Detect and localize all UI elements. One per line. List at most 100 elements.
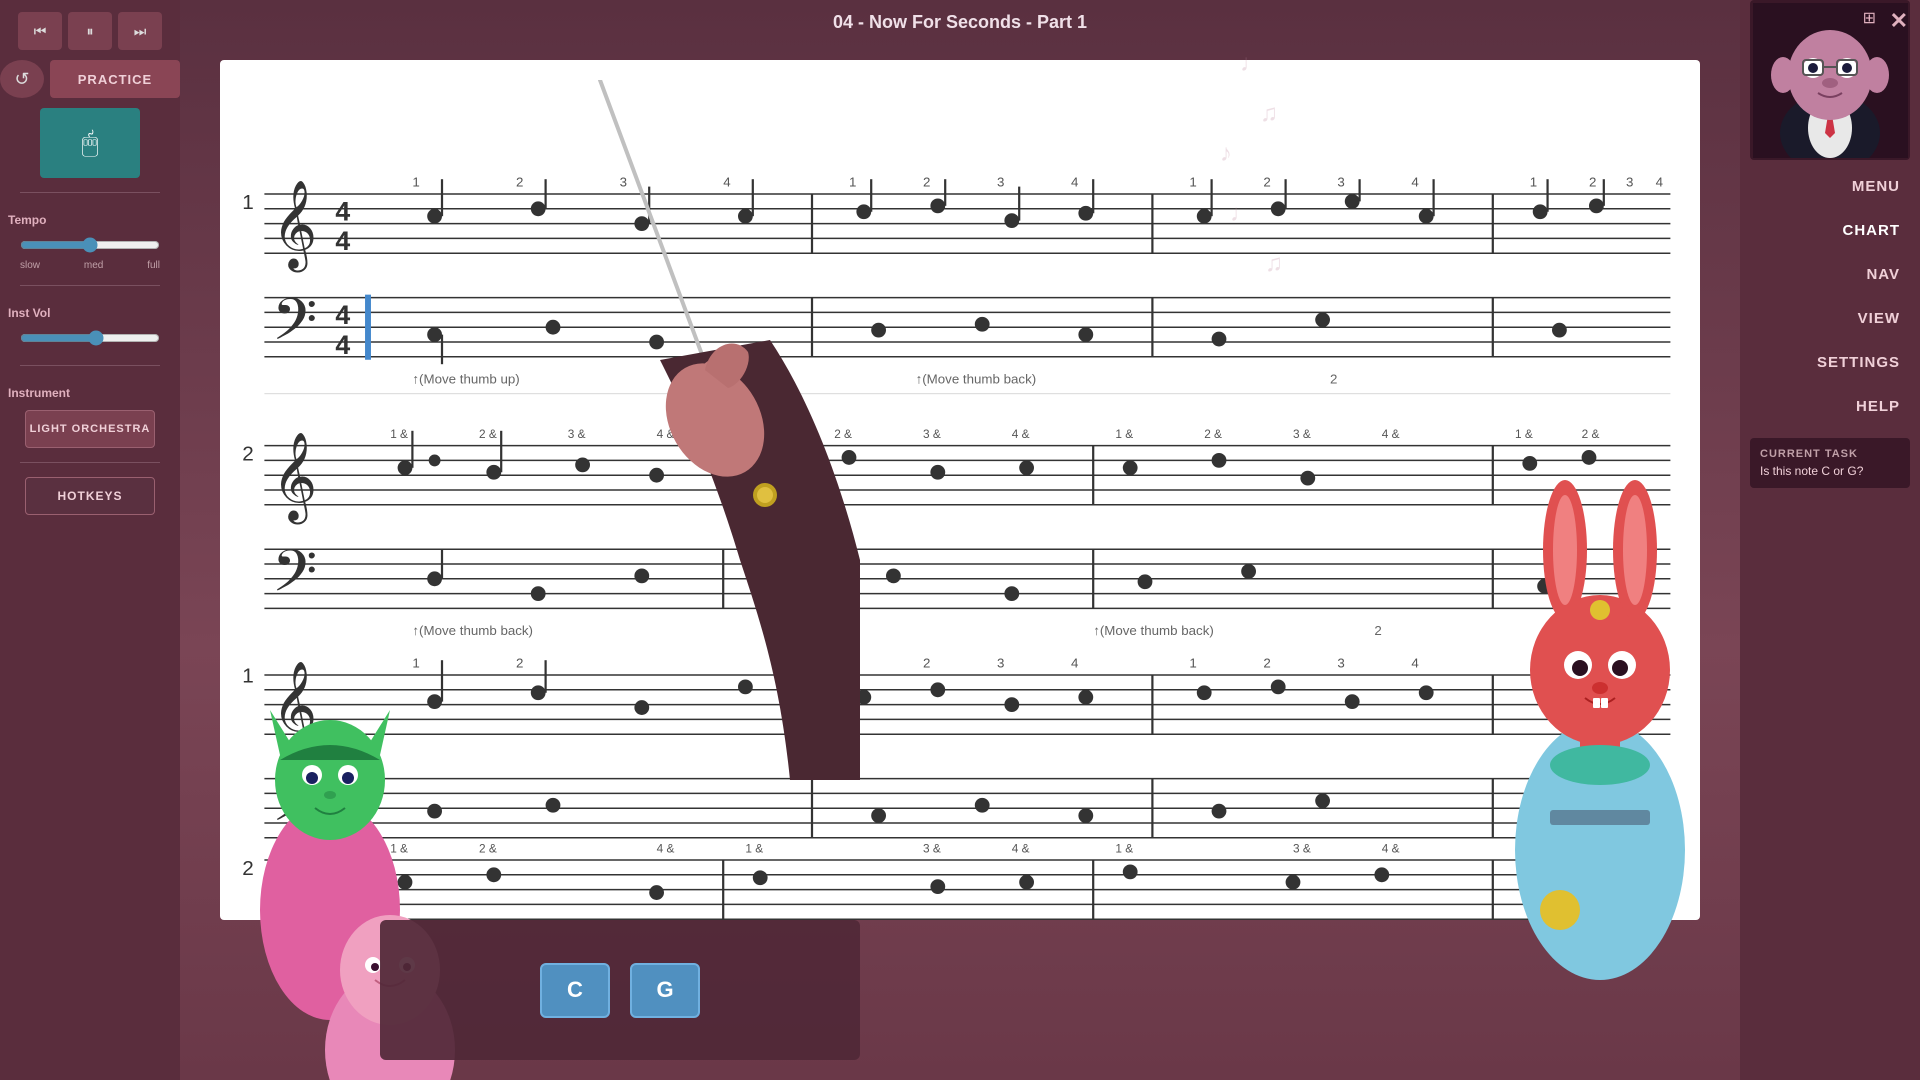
transport-controls: ⏮ ⏸ ⏭ <box>18 12 162 50</box>
help-button[interactable]: HELP <box>1740 384 1920 428</box>
svg-text:2: 2 <box>1263 175 1270 190</box>
svg-text:2: 2 <box>1330 371 1337 386</box>
svg-text:4 &: 4 & <box>657 427 675 441</box>
svg-text:1 &: 1 & <box>1115 842 1133 856</box>
svg-text:4 &: 4 & <box>1012 842 1030 856</box>
song-title: 04 - Now For Seconds - Part 1 <box>180 12 1740 33</box>
tempo-slider[interactable] <box>20 237 160 253</box>
svg-text:2: 2 <box>516 175 523 190</box>
practice-refresh-row: ↺ PRACTICE <box>0 60 180 98</box>
mouse-icon: 🖱 <box>82 127 99 160</box>
svg-text:2: 2 <box>923 656 930 671</box>
svg-text:4 &: 4 & <box>1382 842 1400 856</box>
svg-text:2 &: 2 & <box>1204 427 1222 441</box>
hotkeys-button[interactable]: HOTKEYS <box>25 477 155 515</box>
divider-3 <box>20 365 160 366</box>
inst-vol-label: Inst Vol <box>8 306 50 320</box>
svg-text:3 &: 3 & <box>568 427 586 441</box>
svg-text:1: 1 <box>242 191 254 214</box>
svg-text:3: 3 <box>997 656 1004 671</box>
svg-text:𝄢: 𝄢 <box>272 289 318 367</box>
right-sidebar: ⊞ ✕ <box>1740 0 1920 1080</box>
svg-text:4: 4 <box>1411 175 1419 190</box>
current-task-box: CURRENT TASK Is this note C or G? <box>1750 438 1910 488</box>
refresh-button[interactable]: ↺ <box>0 60 44 98</box>
svg-text:4 &: 4 & <box>657 842 675 856</box>
svg-text:3 &: 3 & <box>1293 842 1311 856</box>
right-chars-svg <box>1460 380 1740 1080</box>
svg-text:𝄞: 𝄞 <box>272 180 317 272</box>
svg-text:↑(Move thumb back): ↑(Move thumb back) <box>916 371 1037 386</box>
svg-text:4: 4 <box>1411 656 1419 671</box>
current-task-title: CURRENT TASK <box>1760 448 1900 460</box>
svg-text:2 &: 2 & <box>834 427 852 441</box>
svg-text:1 &: 1 & <box>1115 427 1133 441</box>
answer-overlay: C G <box>380 920 860 1060</box>
svg-text:3 &: 3 & <box>1293 427 1311 441</box>
inst-vol-slider[interactable] <box>20 330 160 346</box>
tempo-med-label: med <box>84 260 103 271</box>
svg-text:4: 4 <box>723 175 731 190</box>
instrument-button[interactable]: LIGHT ORCHESTRA <box>25 410 155 448</box>
tempo-slider-container: slow med full <box>20 237 160 271</box>
svg-text:5: 5 <box>797 644 807 664</box>
chart-button[interactable]: CHART <box>1740 208 1920 252</box>
svg-text:3: 3 <box>1337 656 1344 671</box>
character-portrait <box>1750 0 1910 160</box>
portrait-svg <box>1753 3 1908 158</box>
nav-menu: MENU CHART NAV VIEW SETTINGS HELP <box>1740 164 1920 428</box>
left-sidebar: ⏮ ⏸ ⏭ ↺ PRACTICE 🖱 Tempo slow med full I… <box>0 0 180 1080</box>
svg-text:1: 1 <box>412 175 419 190</box>
svg-text:↑(Move thumb back): ↑(Move thumb back) <box>1093 623 1214 638</box>
svg-text:1 &: 1 & <box>745 427 763 441</box>
tempo-slow-label: slow <box>20 260 40 271</box>
svg-text:4 &: 4 & <box>1382 427 1400 441</box>
divider-2 <box>20 285 160 286</box>
instrument-label: Instrument <box>8 386 70 400</box>
svg-text:2: 2 <box>923 175 930 190</box>
divider-4 <box>20 462 160 463</box>
svg-text:2: 2 <box>1374 623 1381 638</box>
window-button[interactable]: ⊞ <box>1863 8 1876 28</box>
svg-text:4: 4 <box>335 197 350 227</box>
tempo-slider-labels: slow med full <box>20 260 160 271</box>
svg-text:2: 2 <box>1263 656 1270 671</box>
pause-button[interactable]: ⏸ <box>68 12 112 50</box>
g-answer-button[interactable]: G <box>630 963 700 1018</box>
svg-text:3: 3 <box>1626 175 1633 190</box>
svg-text:4: 4 <box>1071 175 1079 190</box>
svg-text:4: 4 <box>1071 656 1079 671</box>
svg-text:3: 3 <box>1337 175 1344 190</box>
close-button[interactable]: ✕ <box>1890 8 1908 34</box>
menu-button[interactable]: MENU <box>1740 164 1920 208</box>
svg-text:3 &: 3 & <box>923 427 941 441</box>
divider-1 <box>20 192 160 193</box>
settings-button[interactable]: SETTINGS <box>1740 340 1920 384</box>
svg-text:4: 4 <box>335 330 350 360</box>
svg-text:1: 1 <box>849 656 856 671</box>
svg-text:4: 4 <box>335 300 350 330</box>
forward-button[interactable]: ⏭ <box>118 12 162 50</box>
svg-text:1: 1 <box>1530 175 1537 190</box>
svg-text:1 &: 1 & <box>745 842 763 856</box>
view-button[interactable]: VIEW <box>1740 296 1920 340</box>
right-characters <box>1460 380 1740 1080</box>
mouse-icon-box: 🖱 <box>40 108 140 178</box>
current-task-text: Is this note C or G? <box>1760 464 1900 478</box>
practice-button[interactable]: PRACTICE <box>50 60 180 98</box>
svg-text:1: 1 <box>849 175 856 190</box>
svg-text:1: 1 <box>1189 656 1196 671</box>
nav-button[interactable]: NAV <box>1740 252 1920 296</box>
c-answer-button[interactable]: C <box>540 963 610 1018</box>
svg-text:4: 4 <box>1656 175 1664 190</box>
svg-text:3: 3 <box>997 175 1004 190</box>
inst-vol-slider-container <box>20 330 160 351</box>
svg-text:2: 2 <box>1589 175 1596 190</box>
svg-text:4: 4 <box>335 226 350 256</box>
tempo-label: Tempo <box>8 213 46 227</box>
main-area: 04 - Now For Seconds - Part 1 <box>180 0 1740 1080</box>
svg-text:3: 3 <box>620 175 627 190</box>
svg-text:3 &: 3 & <box>923 842 941 856</box>
svg-text:4 &: 4 & <box>1012 427 1030 441</box>
rewind-button[interactable]: ⏮ <box>18 12 62 50</box>
